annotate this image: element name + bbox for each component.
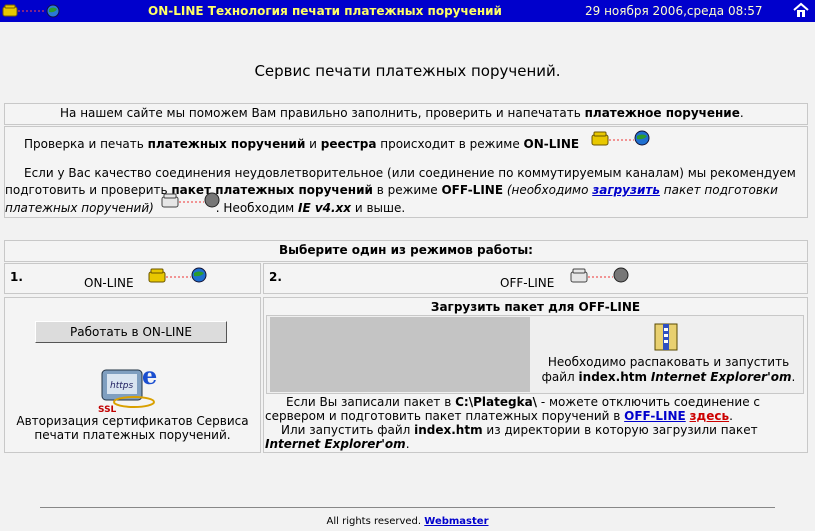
cert-text: Авторизация сертификатов Сервиса печати …: [16, 414, 249, 442]
mode-offline-number: 2.: [269, 270, 282, 284]
footer: All rights reserved. Webmaster: [326, 516, 489, 527]
mode-heading: Выберите один из режимов работы:: [279, 243, 533, 257]
intro-box: На нашем сайте мы поможем Вам правильно …: [4, 103, 808, 125]
offline-note: Если Вы записали пакет в C:\Plategka\ - …: [265, 395, 760, 451]
download-link[interactable]: загрузить: [592, 183, 660, 197]
home-icon[interactable]: [793, 2, 809, 18]
unpack-text: Необходимо распаковать и запустить файл …: [541, 355, 796, 384]
intro-text: На нашем сайте мы поможем Вам правильно …: [60, 106, 744, 120]
online-phone-globe-icon: [591, 130, 650, 146]
here-link[interactable]: здесь: [690, 409, 730, 423]
svg-text:SSL: SSL: [98, 405, 117, 414]
svg-text:https: https: [110, 381, 133, 391]
info-box: Проверка и печать платежных поручений и …: [4, 126, 808, 218]
info-line-2: Если у Вас качество соединения неудовлет…: [24, 166, 796, 180]
mode-online-number: 1.: [10, 270, 23, 284]
mode-offline-cell[interactable]: 2. OFF-LINE: [263, 263, 808, 294]
date-time: 29 ноября 2006,среда 08:57: [585, 4, 763, 18]
offline-link[interactable]: OFF-LINE: [624, 409, 686, 423]
page-title: Сервис печати платежных поручений.: [254, 62, 561, 80]
info-line-1: Проверка и печать платежных поручений и …: [24, 137, 580, 151]
offline-preview-area: [270, 317, 530, 392]
phone-globe-icon: [2, 4, 60, 18]
offline-phone-icon: [161, 192, 220, 208]
app-title: ON-LINE Технология печати платежных пору…: [148, 4, 502, 18]
offline-icon: [570, 267, 629, 283]
mode-offline-label[interactable]: OFF-LINE: [500, 275, 554, 292]
info-line-3: подготовить и проверить пакет платежных …: [5, 183, 778, 197]
online-icon: [148, 267, 207, 283]
mode-header-box: Выберите один из режимов работы:: [4, 240, 808, 262]
zip-archive-icon[interactable]: [652, 322, 682, 354]
offline-heading: Загрузить пакет для OFF-LINE: [430, 300, 641, 314]
footer-divider: [40, 507, 775, 508]
svg-text:e: e: [142, 362, 157, 390]
mode-online-cell[interactable]: 1. ON-LINE: [4, 263, 261, 294]
top-bar: ON-LINE Технология печати платежных пору…: [0, 0, 815, 22]
mode-online-label[interactable]: ON-LINE: [84, 275, 134, 292]
ssl-certificate-icon[interactable]: https e SSL: [96, 362, 164, 414]
webmaster-link[interactable]: Webmaster: [424, 516, 488, 527]
work-online-button[interactable]: Работать в ON-LINE: [35, 321, 227, 343]
